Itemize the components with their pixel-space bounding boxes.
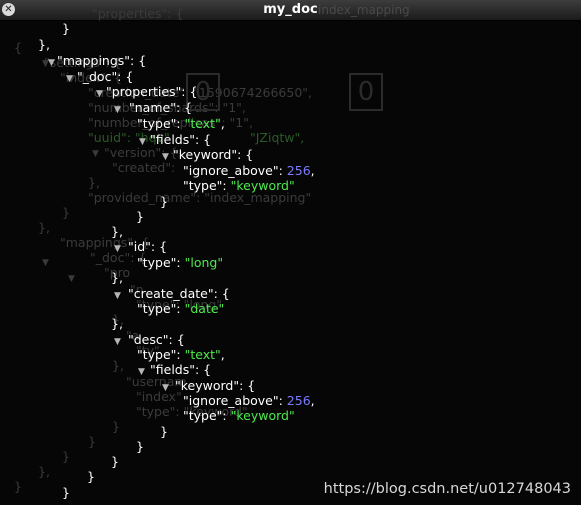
- ghost-line: },: [88, 175, 100, 190]
- window-titlebar: ✕ index_mapping my_doc: [0, 0, 581, 21]
- collapse-arrow-icon: ▼: [42, 258, 49, 268]
- ghost-line: }: [112, 419, 120, 434]
- json-line: }: [136, 439, 144, 454]
- json-line: "type": "date": [137, 301, 225, 316]
- json-line: "mappings": {: [57, 53, 147, 68]
- json-line: "properties": {: [106, 84, 198, 99]
- json-line: "fields": {: [150, 132, 212, 147]
- json-line: }: [87, 469, 95, 484]
- ghost-line: "provided_name": "index_mapping": [88, 190, 312, 205]
- ghost-line: {: [14, 40, 22, 55]
- collapse-arrow-icon[interactable]: ▼: [114, 244, 121, 254]
- collapse-arrow-icon[interactable]: ▼: [162, 383, 169, 393]
- json-line: "desc": {: [128, 332, 185, 347]
- collapse-arrow-icon[interactable]: ▼: [96, 89, 103, 99]
- json-line: "type": "keyword": [183, 408, 295, 423]
- collapse-arrow-icon[interactable]: ▼: [66, 74, 73, 84]
- json-line: "ignore_above": 256,: [183, 393, 315, 408]
- collapse-arrow-icon[interactable]: ▼: [48, 58, 55, 68]
- ghost-line: }: [62, 449, 70, 464]
- json-line: "type": "long": [137, 255, 224, 270]
- json-line: },: [111, 316, 123, 331]
- ghost-line: },: [38, 220, 50, 235]
- json-line: "type": "text",: [137, 347, 225, 362]
- json-line: "name": {: [129, 100, 193, 115]
- json-line: "ignore_above": 256,: [183, 163, 315, 178]
- ghost-counter-box: 0: [349, 73, 383, 111]
- json-line: }: [111, 454, 119, 469]
- collapse-arrow-icon[interactable]: ▼: [114, 337, 121, 347]
- ghost-line: "JZiqtw",: [250, 130, 305, 145]
- ghost-line: "properties": {: [92, 6, 184, 21]
- ghost-line: },: [38, 464, 50, 479]
- json-line: }: [160, 194, 168, 209]
- json-line: }: [136, 209, 144, 224]
- watermark-url: https://blog.csdn.net/u012748043: [323, 481, 571, 497]
- ghost-line: "created":: [112, 160, 176, 175]
- json-line: },: [111, 224, 123, 239]
- ghost-line: }: [14, 479, 22, 494]
- json-line: }: [62, 21, 70, 36]
- collapse-arrow-icon[interactable]: ▼: [162, 152, 169, 162]
- json-line: }: [62, 485, 70, 500]
- ghost-line: },: [112, 358, 124, 373]
- json-viewer: "properties": { { "settings": { "index":…: [0, 7, 581, 505]
- collapse-arrow-icon[interactable]: ▼: [139, 137, 146, 147]
- ghost-line: }: [62, 205, 70, 220]
- collapse-arrow-icon[interactable]: ▼: [114, 105, 121, 115]
- json-line: },: [111, 270, 123, 285]
- json-line: }: [160, 424, 168, 439]
- json-line: "type": "text",: [137, 116, 225, 131]
- collapse-arrow-icon[interactable]: ▼: [138, 367, 145, 377]
- ghost-line: }: [88, 434, 96, 449]
- window-title: my_doc: [263, 2, 318, 17]
- json-line: "keyword": {: [173, 147, 254, 162]
- json-line: "id": {: [128, 239, 168, 254]
- collapse-arrow-icon: ▼: [68, 274, 75, 284]
- json-line: "_doc": {: [77, 69, 134, 84]
- json-line: "fields": {: [150, 362, 212, 377]
- json-line: "type": "keyword": [183, 178, 295, 193]
- json-line: "create_date": {: [128, 286, 230, 301]
- collapse-arrow-icon: ▼: [92, 149, 99, 159]
- json-line: },: [38, 37, 50, 52]
- collapse-arrow-icon[interactable]: ▼: [114, 291, 121, 301]
- json-line: "keyword": {: [175, 378, 256, 393]
